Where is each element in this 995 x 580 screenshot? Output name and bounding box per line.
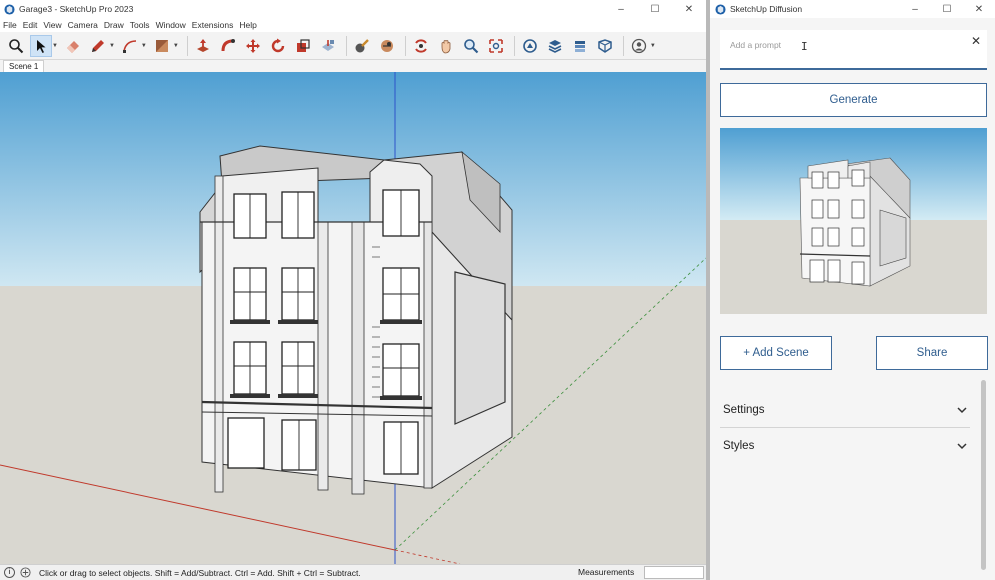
orbit-icon[interactable] <box>410 35 432 57</box>
select-icon[interactable] <box>30 34 52 57</box>
toolbar-separator <box>404 35 406 56</box>
toolbar-separator <box>622 35 624 56</box>
select-dropdown-icon[interactable]: ▼ <box>52 43 58 49</box>
measurements-field[interactable] <box>644 566 704 579</box>
preview-image <box>720 128 987 314</box>
menu-view[interactable]: View <box>40 20 64 30</box>
scene-tabs: Scene 1 <box>0 60 706 72</box>
maximize-button[interactable]: ☐ <box>638 0 672 18</box>
panel-maximize-button[interactable]: ☐ <box>931 0 963 18</box>
paint-bucket-icon[interactable] <box>151 35 173 57</box>
panel-close-button[interactable]: ✕ <box>963 0 995 18</box>
pilaster <box>351 221 365 495</box>
sketchup-logo-icon <box>715 3 726 15</box>
text-cursor-icon: I <box>801 40 808 53</box>
styles-label: Styles <box>723 439 755 452</box>
panel-scrollbar[interactable] <box>980 380 987 576</box>
menu-draw[interactable]: Draw <box>101 20 127 30</box>
panel-window-controls: – ☐ ✕ <box>899 0 995 18</box>
layers-icon[interactable] <box>569 35 591 57</box>
prompt-input[interactable] <box>730 38 950 52</box>
pan-icon[interactable] <box>435 35 457 57</box>
screen: Garage3 - SketchUp Pro 2023 – ☐ ✕ File E… <box>0 0 995 580</box>
zoom-extents-icon[interactable] <box>485 35 507 57</box>
menu-extensions[interactable]: Extensions <box>189 20 237 30</box>
panel-minimize-button[interactable]: – <box>899 0 931 18</box>
menu-bar: File Edit View Camera Draw Tools Window … <box>0 18 706 32</box>
dimension-icon[interactable] <box>376 35 398 57</box>
zoom-icon[interactable] <box>460 35 482 57</box>
search-icon[interactable] <box>5 35 27 57</box>
garage-door <box>227 417 265 469</box>
chevron-down-icon[interactable] <box>956 440 968 452</box>
settings-section[interactable]: Settings <box>720 393 970 428</box>
menu-camera[interactable]: Camera <box>65 20 101 30</box>
follow-me-icon[interactable] <box>217 35 239 57</box>
sketchup-logo-icon <box>4 3 15 15</box>
geo-location-icon[interactable] <box>20 567 31 578</box>
tape-measure-icon[interactable] <box>351 35 373 57</box>
render-preview <box>720 128 987 314</box>
add-scene-button[interactable]: + Add Scene <box>720 336 832 370</box>
eraser-icon[interactable] <box>62 35 84 57</box>
menu-help[interactable]: Help <box>236 20 259 30</box>
rotate-icon[interactable] <box>267 35 289 57</box>
components-icon[interactable] <box>594 35 616 57</box>
menu-tools[interactable]: Tools <box>127 20 153 30</box>
info-icon[interactable]: i <box>4 567 15 578</box>
pencil-icon[interactable] <box>87 35 109 57</box>
diffusion-panel: SketchUp Diffusion – ☐ ✕ I ✕ Generate <box>710 0 995 580</box>
scrollbar-thumb[interactable] <box>981 380 986 570</box>
account-icon[interactable] <box>628 35 650 57</box>
title-bar: Garage3 - SketchUp Pro 2023 – ☐ ✕ <box>0 0 706 18</box>
arc-dropdown-icon[interactable]: ▼ <box>141 43 147 49</box>
push-pull-icon[interactable] <box>192 35 214 57</box>
window-title: Garage3 - SketchUp Pro 2023 <box>19 4 134 14</box>
window-controls: – ☐ ✕ <box>604 0 706 18</box>
menu-edit[interactable]: Edit <box>20 20 41 30</box>
generate-button[interactable]: Generate <box>720 83 987 117</box>
share-button[interactable]: Share <box>876 336 988 370</box>
minimize-button[interactable]: – <box>604 0 638 18</box>
toolbar-separator <box>345 35 347 56</box>
account-dropdown-icon[interactable]: ▼ <box>650 43 656 49</box>
chevron-down-icon[interactable] <box>956 404 968 416</box>
model-viewport[interactable] <box>0 72 706 564</box>
styles-section[interactable]: Styles <box>720 428 970 463</box>
arc-icon[interactable] <box>119 35 141 57</box>
settings-label: Settings <box>723 404 765 416</box>
scene-canvas[interactable] <box>0 72 706 564</box>
close-button[interactable]: ✕ <box>672 0 706 18</box>
status-bar: i Click or drag to select objects. Shift… <box>0 564 706 580</box>
pilaster <box>423 221 433 489</box>
menu-file[interactable]: File <box>0 20 20 30</box>
offset-icon[interactable] <box>317 35 339 57</box>
scene-tab-1[interactable]: Scene 1 <box>3 60 45 72</box>
paint-dropdown-icon[interactable]: ▼ <box>173 43 179 49</box>
clear-prompt-icon[interactable]: ✕ <box>969 34 983 48</box>
scale-icon[interactable] <box>292 35 314 57</box>
main-toolbar: ▼ ▼ ▼ ▼ ▼ <box>0 32 706 60</box>
pilaster <box>317 221 329 491</box>
extensions-icon[interactable] <box>544 35 566 57</box>
prompt-box: I ✕ <box>720 30 987 70</box>
panel-title: SketchUp Diffusion <box>730 4 803 14</box>
side-panel <box>454 271 506 425</box>
status-hint: Click or drag to select objects. Shift =… <box>39 567 361 578</box>
menu-window[interactable]: Window <box>153 20 189 30</box>
move-icon[interactable] <box>242 35 264 57</box>
warehouse-icon[interactable] <box>519 35 541 57</box>
toolbar-separator <box>513 35 515 56</box>
sketchup-window: Garage3 - SketchUp Pro 2023 – ☐ ✕ File E… <box>0 0 706 580</box>
measurements-label: Measurements <box>578 567 635 577</box>
pencil-dropdown-icon[interactable]: ▼ <box>109 43 115 49</box>
toolbar-separator <box>186 35 188 56</box>
panel-title-bar: SketchUp Diffusion – ☐ ✕ <box>710 0 995 18</box>
pilaster <box>214 175 224 493</box>
